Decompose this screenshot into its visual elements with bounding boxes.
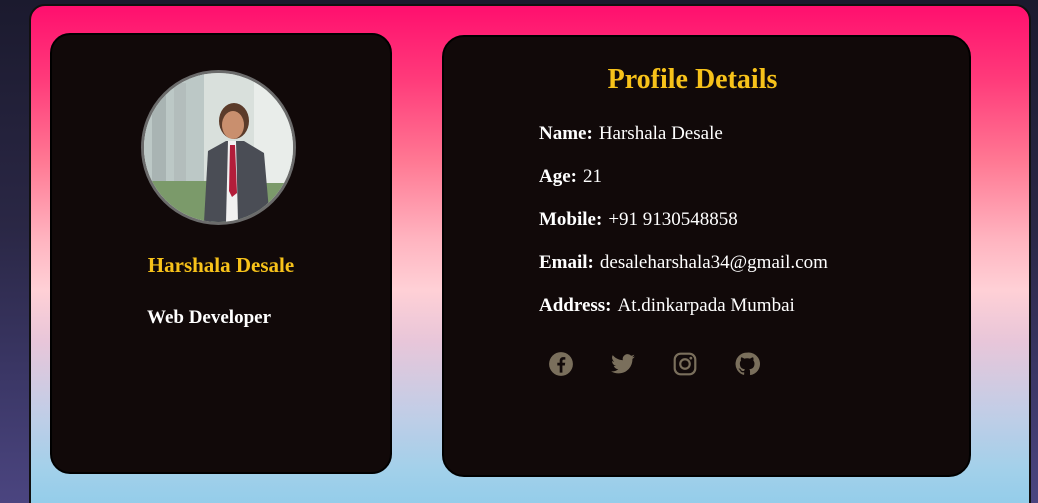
detail-value: +91 9130548858 — [608, 209, 738, 230]
social-links — [548, 351, 760, 377]
profile-card: Harshala Desale Web Developer — [50, 33, 392, 474]
profile-role: Web Developer — [147, 307, 272, 328]
detail-label: Email: — [539, 252, 594, 273]
detail-age: Age: 21 — [539, 166, 602, 188]
detail-label: Age: — [539, 166, 577, 187]
detail-value: desaleharshala34@gmail.com — [599, 252, 828, 273]
avatar — [141, 70, 296, 225]
detail-address: Address: At.dinkarpada Mumbai — [539, 295, 795, 317]
detail-value: 21 — [582, 166, 602, 187]
twitter-icon[interactable] — [610, 351, 636, 377]
instagram-icon[interactable] — [672, 351, 698, 377]
detail-mobile: Mobile: +91 9130548858 — [539, 209, 738, 231]
detail-name: Name: Harshala Desale — [539, 123, 723, 145]
profile-name: Harshala Desale — [147, 253, 295, 277]
github-icon[interactable] — [734, 351, 760, 377]
detail-label: Mobile: — [539, 209, 603, 230]
detail-label: Name: — [539, 123, 593, 144]
detail-value: Harshala Desale — [598, 123, 723, 144]
detail-email: Email: desaleharshala34@gmail.com — [539, 252, 828, 274]
detail-label: Address: — [539, 295, 612, 316]
facebook-icon[interactable] — [548, 351, 574, 377]
detail-value: At.dinkarpada Mumbai — [617, 295, 795, 316]
profile-details-card: Profile Details Name: Harshala Desale Age… — [442, 35, 971, 477]
details-title: Profile Details — [607, 64, 778, 95]
